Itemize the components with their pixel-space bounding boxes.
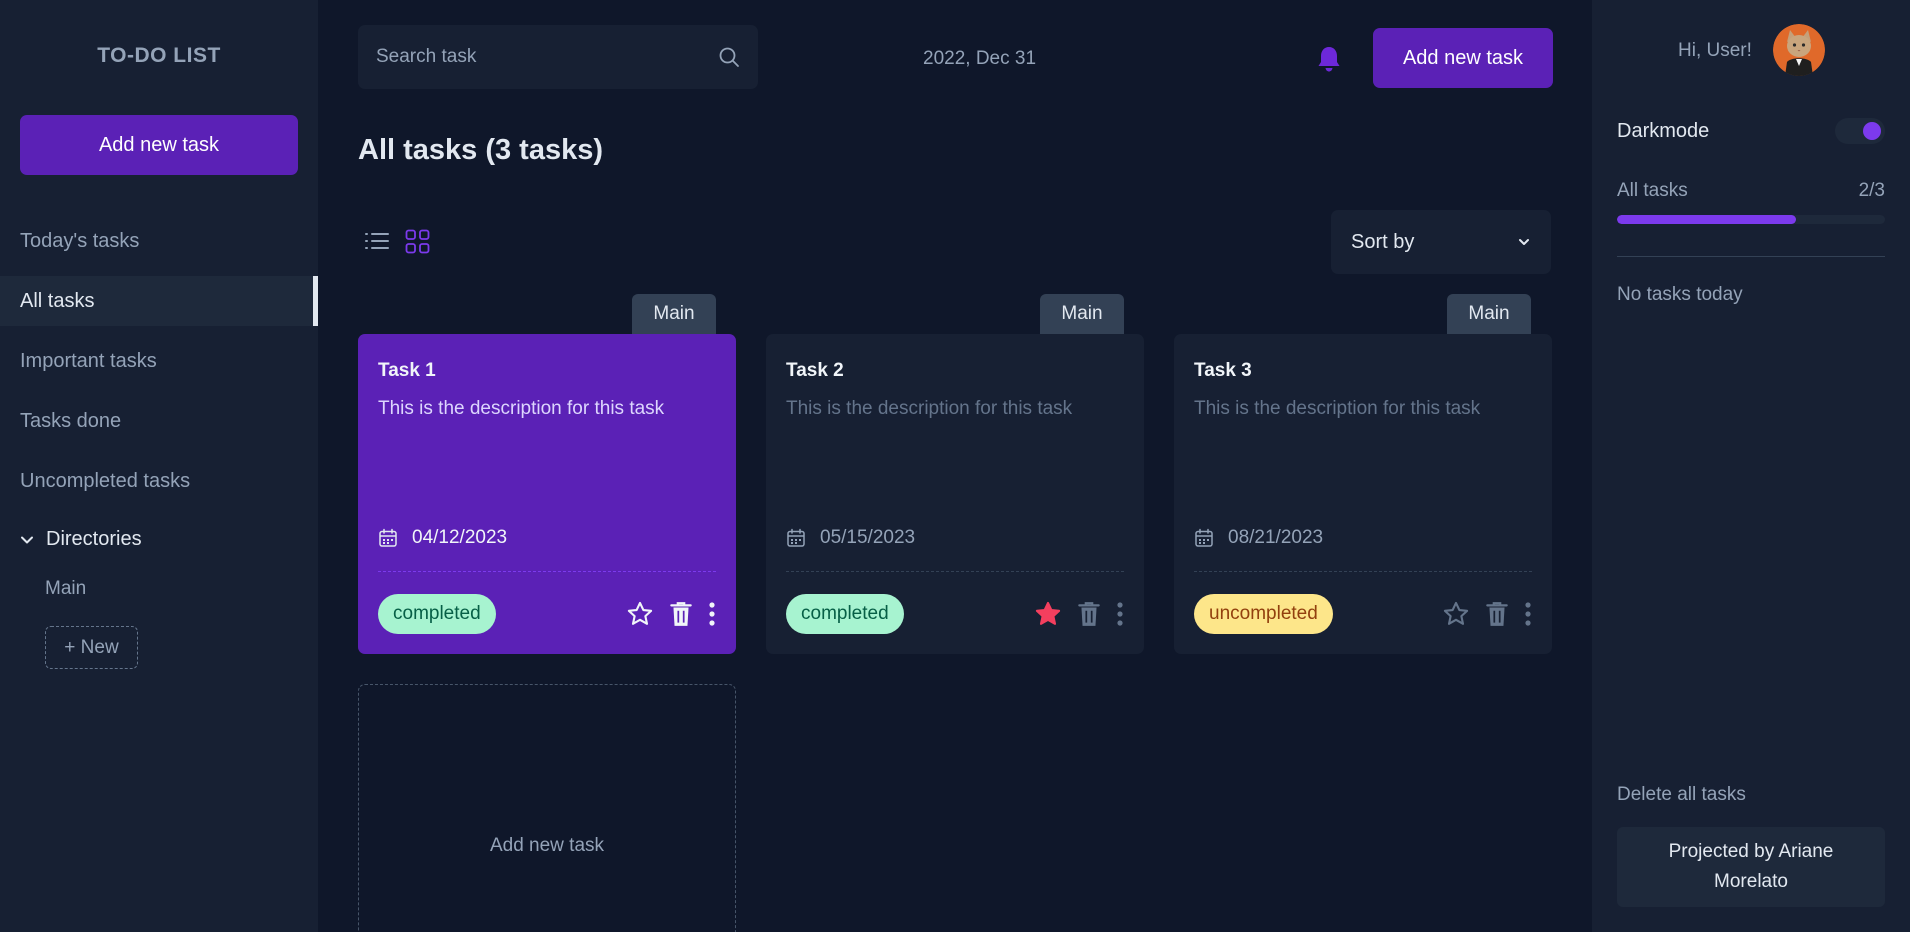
more-vertical-icon[interactable]: [1116, 601, 1124, 627]
calendar-icon: [1195, 528, 1213, 547]
more-vertical-icon[interactable]: [708, 601, 716, 627]
task-description: This is the description for this task: [378, 398, 665, 419]
app-title: TO-DO LIST: [97, 44, 221, 67]
more-vertical-icon[interactable]: [1524, 601, 1532, 627]
new-directory-button[interactable]: + New: [45, 626, 138, 669]
delete-all-tasks-button[interactable]: Delete all tasks: [1617, 784, 1746, 806]
directory-item-main[interactable]: Main: [45, 578, 86, 600]
star-icon[interactable]: [1034, 600, 1062, 628]
status-badge[interactable]: completed: [786, 594, 904, 634]
app: TO-DO LIST Add new task Today's tasks Al…: [0, 0, 1910, 932]
directories-toggle[interactable]: Directories: [20, 528, 142, 551]
task-title: Task 1: [378, 360, 436, 381]
sidebar-item-uncompleted-tasks[interactable]: Uncompleted tasks: [0, 456, 318, 506]
directory-tag[interactable]: Main: [1447, 294, 1531, 334]
search-box: [358, 25, 758, 89]
sort-select[interactable]: Sort by: [1331, 210, 1551, 274]
card-divider: [786, 571, 1124, 572]
task-title: Task 2: [786, 360, 844, 381]
panel-divider: [1617, 256, 1885, 257]
status-badge[interactable]: uncompleted: [1194, 594, 1333, 634]
sidebar-add-task-button[interactable]: Add new task: [20, 115, 298, 175]
page-title: All tasks (3 tasks): [358, 134, 604, 166]
task-actions: [1442, 600, 1532, 628]
task-date-text: 08/21/2023: [1228, 527, 1324, 548]
sort-label: Sort by: [1351, 230, 1415, 253]
task-date: 08/21/2023: [1194, 527, 1323, 549]
left-sidebar: TO-DO LIST Add new task Today's tasks Al…: [0, 0, 318, 932]
task-description: This is the description for this task: [1194, 398, 1481, 419]
task-card[interactable]: Task 1 This is the description for this …: [358, 334, 736, 654]
header-add-task-button[interactable]: Add new task: [1373, 28, 1553, 88]
star-icon[interactable]: [1442, 600, 1470, 628]
darkmode-label: Darkmode: [1617, 120, 1710, 142]
right-panel: Hi, User! Darkmode All tasks 2/3 No task…: [1592, 0, 1910, 932]
user-greeting: Hi, User!: [1678, 40, 1752, 61]
task-date-text: 05/15/2023: [820, 527, 916, 548]
avatar[interactable]: [1773, 24, 1825, 76]
directory-tag[interactable]: Main: [1040, 294, 1124, 334]
bell-icon[interactable]: [1316, 45, 1342, 73]
credit-text: Projected by Ariane Morelato: [1668, 841, 1834, 892]
progress-label: All tasks: [1617, 180, 1688, 201]
calendar-icon: [787, 528, 805, 547]
credit-box: Projected by Ariane Morelato: [1617, 827, 1885, 907]
progress-bar: [1617, 215, 1885, 224]
calendar-icon: [379, 528, 397, 547]
task-date: 05/15/2023: [786, 527, 915, 549]
no-tasks-message: No tasks today: [1617, 284, 1743, 305]
task-actions: [626, 600, 716, 628]
task-card[interactable]: Task 2 This is the description for this …: [766, 334, 1144, 654]
sidebar-item-all-tasks[interactable]: All tasks: [0, 276, 318, 326]
sidebar-item-important-tasks[interactable]: Important tasks: [0, 336, 318, 386]
progress-bar-fill: [1617, 215, 1796, 224]
task-description: This is the description for this task: [786, 398, 1073, 419]
trash-icon[interactable]: [1484, 600, 1510, 628]
directories-label: Directories: [46, 528, 142, 550]
trash-icon[interactable]: [1076, 600, 1102, 628]
progress-count: 2/3: [1858, 180, 1885, 201]
task-date-text: 04/12/2023: [412, 527, 508, 548]
task-actions: [1034, 600, 1124, 628]
task-card[interactable]: Task 3 This is the description for this …: [1174, 334, 1552, 654]
search-input[interactable]: [376, 46, 718, 68]
sidebar-item-tasks-done[interactable]: Tasks done: [0, 396, 318, 446]
add-task-card[interactable]: Add new task: [358, 684, 736, 932]
trash-icon[interactable]: [668, 600, 694, 628]
chevron-down-icon: [1519, 239, 1529, 245]
darkmode-toggle[interactable]: [1835, 118, 1885, 144]
sidebar-item-todays-tasks[interactable]: Today's tasks: [0, 216, 318, 266]
task-title: Task 3: [1194, 360, 1252, 381]
card-divider: [378, 571, 716, 572]
directory-tag[interactable]: Main: [632, 294, 716, 334]
list-view-icon[interactable]: [364, 228, 390, 254]
add-task-card-label: Add new task: [489, 835, 605, 856]
star-icon[interactable]: [626, 600, 654, 628]
search-icon[interactable]: [718, 46, 740, 68]
task-date: 04/12/2023: [378, 527, 507, 549]
card-divider: [1194, 571, 1532, 572]
status-badge[interactable]: completed: [378, 594, 496, 634]
chevron-down-icon: [21, 536, 33, 543]
sidebar-nav: Today's tasks All tasks Important tasks …: [0, 216, 318, 516]
current-date: 2022, Dec 31: [923, 48, 1037, 69]
grid-view-icon[interactable]: [405, 229, 430, 254]
